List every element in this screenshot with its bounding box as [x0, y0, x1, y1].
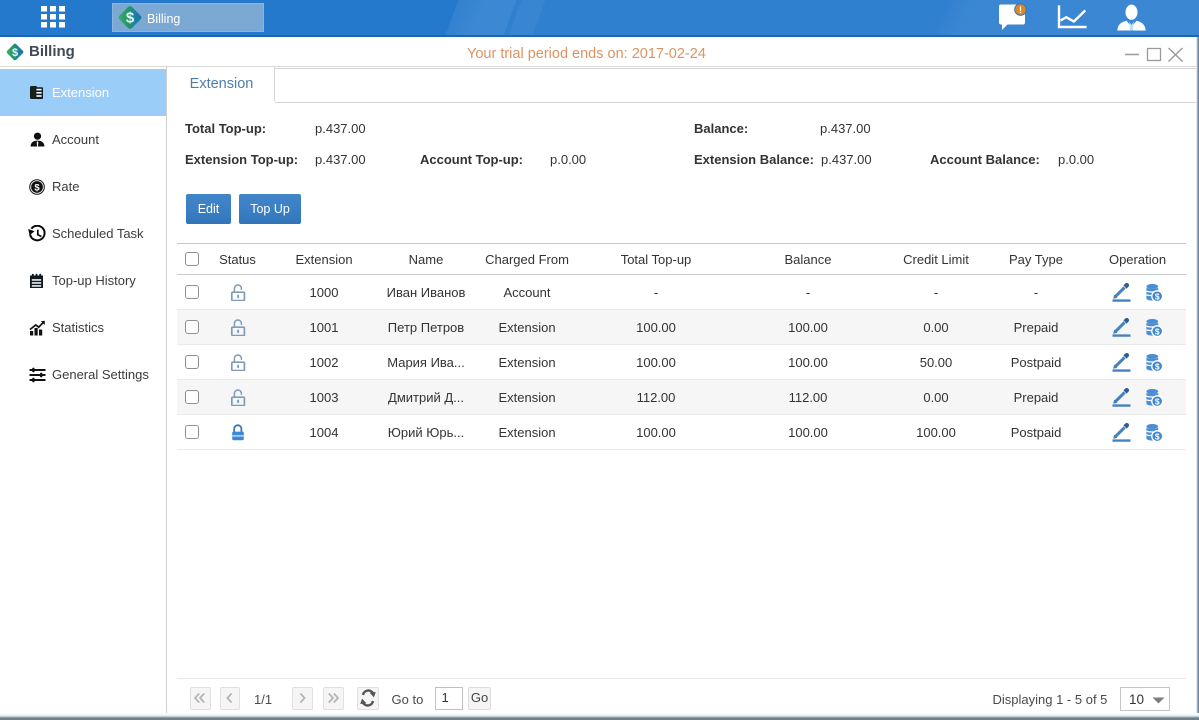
svg-text:$: $ — [34, 182, 40, 193]
svg-text:!: ! — [1019, 5, 1022, 15]
svg-text:$: $ — [126, 10, 135, 27]
svg-text:$: $ — [12, 47, 18, 59]
